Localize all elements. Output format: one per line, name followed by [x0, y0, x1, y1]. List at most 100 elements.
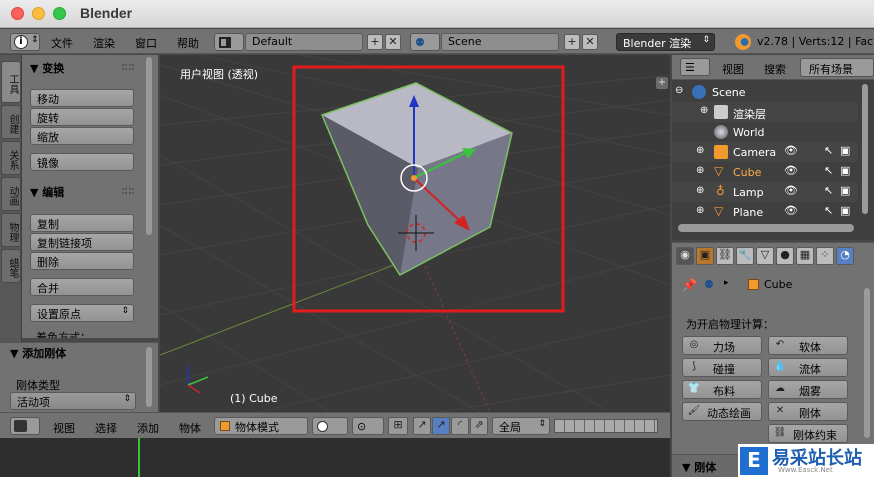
delete-button[interactable]: 删除 — [30, 252, 134, 270]
scale-button[interactable]: 缩放 — [30, 127, 134, 145]
layer-buttons[interactable] — [554, 419, 658, 433]
tab-grease-pencil[interactable]: 蜡笔 — [1, 249, 21, 283]
outliner-tree[interactable]: ⊖ Scene ⊕ 渲染层 World ⊕ Camera 👁 ↖ ▣ ⊕ ▽ C… — [672, 80, 874, 240]
rotate-manipulator-icon[interactable]: ◜ — [451, 417, 469, 435]
outliner-display-mode[interactable]: 所有场景 — [800, 58, 874, 77]
expand-icon[interactable]: ⊕ — [696, 185, 704, 196]
force-field-button[interactable]: ◎ 力场 — [682, 336, 762, 355]
collapse-icon[interactable]: ⊖ — [675, 85, 683, 96]
outliner-row-world[interactable]: World — [672, 122, 858, 142]
tab-tools[interactable]: 工具 — [1, 61, 21, 103]
expand-icon[interactable]: ⊕ — [696, 205, 704, 216]
menu-render[interactable]: 渲染 — [93, 35, 115, 51]
outliner-menu-search[interactable]: 搜索 — [764, 61, 786, 77]
viewport-shading-dropdown[interactable] — [312, 417, 348, 435]
cursor-icon[interactable]: ↖ — [824, 184, 833, 197]
render-icon[interactable]: ▣ — [840, 184, 850, 197]
modifiers-context-icon[interactable]: 🔧 — [736, 247, 754, 265]
menu-window[interactable]: 窗口 — [135, 35, 157, 51]
outliner-row-plane[interactable]: ⊕ ▽ Plane 👁 ↖ ▣ — [672, 202, 858, 222]
eye-icon[interactable]: 👁 — [784, 144, 798, 157]
rigid-body-constraint-button[interactable]: ⛓ 刚体约束 — [768, 424, 848, 443]
outliner-row-render-layers[interactable]: ⊕ 渲染层 — [672, 102, 858, 122]
expand-icon[interactable]: ⊕ — [696, 165, 704, 176]
timeline-area[interactable] — [0, 438, 670, 477]
scene-browse-button[interactable]: ⚉ — [410, 33, 440, 51]
remove-scene-icon[interactable]: ✕ — [582, 34, 598, 50]
3d-viewport[interactable]: 用户视图 (透视) (1) Cube + — [160, 55, 670, 412]
smoke-button[interactable]: ☁ 烟雾 — [768, 380, 848, 399]
render-icon[interactable]: ▣ — [840, 164, 850, 177]
move-button[interactable]: 移动 — [30, 89, 134, 107]
object-context-icon[interactable]: ▣ — [696, 247, 714, 265]
duplicate-linked-button[interactable]: 复制链接项 — [30, 233, 134, 251]
cursor-icon[interactable]: ↖ — [824, 204, 833, 217]
menu-view[interactable]: 视图 — [53, 420, 75, 436]
expand-icon[interactable]: ⊕ — [700, 105, 708, 116]
mode-dropdown[interactable]: 物体模式 — [214, 417, 308, 435]
render-icon[interactable]: ▣ — [840, 204, 850, 217]
panel-grip-icon[interactable] — [122, 64, 134, 70]
set-origin-dropdown[interactable]: 设置原点 ⇕ — [30, 304, 134, 322]
tool-shelf-scrollbar[interactable] — [146, 57, 152, 235]
add-screen-icon[interactable]: + — [367, 34, 383, 50]
outliner-row-camera[interactable]: ⊕ Camera 👁 ↖ ▣ — [672, 142, 858, 162]
outliner-row-lamp[interactable]: ⊕ ♁ Lamp 👁 ↖ ▣ — [672, 182, 858, 202]
pin-icon[interactable]: 📌 — [682, 278, 697, 292]
minimize-window-button[interactable] — [32, 7, 45, 20]
menu-file[interactable]: 文件 — [51, 35, 73, 51]
remove-screen-icon[interactable]: ✕ — [385, 34, 401, 50]
cursor-icon[interactable]: ↖ — [824, 144, 833, 157]
render-engine-dropdown[interactable]: Blender 渲染 ⇕ — [616, 33, 715, 51]
render-context-icon[interactable]: ◉ — [676, 247, 694, 265]
outliner-v-scrollbar[interactable] — [862, 84, 868, 214]
transform-panel-header[interactable]: ▼ 变换 — [30, 60, 64, 76]
current-frame-indicator[interactable] — [138, 438, 140, 477]
fluid-button[interactable]: 💧 流体 — [768, 358, 848, 377]
properties-scrollbar[interactable] — [864, 288, 870, 438]
pivot-point-dropdown[interactable]: ⊙ — [352, 417, 384, 435]
rigid-body-type-dropdown[interactable]: 活动项 ⇕ — [10, 392, 136, 410]
menu-help[interactable]: 帮助 — [177, 35, 199, 51]
eye-icon[interactable]: 👁 — [784, 204, 798, 217]
menu-add[interactable]: 添加 — [137, 420, 159, 436]
maximize-window-button[interactable] — [53, 7, 66, 20]
collision-button[interactable]: ⟆ 碰撞 — [682, 358, 762, 377]
close-window-button[interactable] — [11, 7, 24, 20]
duplicate-button[interactable]: 复制 — [30, 214, 134, 232]
expand-icon[interactable]: ⊕ — [696, 145, 704, 156]
operator-panel-scrollbar[interactable] — [146, 347, 152, 407]
soft-body-button[interactable]: ↶ 软体 — [768, 336, 848, 355]
material-context-icon[interactable]: ● — [776, 247, 794, 265]
properties-toggle-icon[interactable]: + — [656, 77, 668, 89]
rigid-body-button[interactable]: ✕ 刚体 — [768, 402, 848, 421]
eye-icon[interactable]: 👁 — [784, 164, 798, 177]
outliner-h-scrollbar[interactable] — [678, 224, 854, 232]
particles-context-icon[interactable]: ⁘ — [816, 247, 834, 265]
cloth-button[interactable]: 👕 布料 — [682, 380, 762, 399]
scale-manipulator-icon[interactable]: ⇗ — [470, 417, 488, 435]
data-context-icon[interactable]: ▽ — [756, 247, 774, 265]
editor-type-button[interactable] — [10, 417, 40, 435]
physics-context-icon[interactable]: ◔ — [836, 247, 854, 265]
screen-layout-field[interactable]: Default — [245, 33, 363, 51]
constraints-context-icon[interactable]: ⛓ — [716, 247, 734, 265]
manipulator-toggle-icon[interactable]: ↗ — [413, 417, 431, 435]
mirror-button[interactable]: 镜像 — [30, 153, 134, 171]
editor-type-button[interactable]: i ⇕ — [10, 33, 40, 51]
add-rigid-body-panel-header[interactable]: ▼ 添加刚体 — [10, 345, 66, 361]
scene-field[interactable]: Scene — [441, 33, 559, 51]
outliner-row-scene[interactable]: ⊖ Scene — [672, 82, 858, 102]
panel-grip-icon[interactable] — [122, 188, 134, 194]
tab-create[interactable]: 创建 — [1, 105, 21, 139]
menu-object[interactable]: 物体 — [179, 420, 201, 436]
tab-relations[interactable]: 关系 — [1, 141, 21, 175]
transform-orientation-dropdown[interactable]: 全局 ⇕ — [492, 417, 550, 435]
outliner-menu-view[interactable]: 视图 — [722, 61, 744, 77]
screen-layout-browse-button[interactable] — [214, 33, 244, 51]
editor-type-button[interactable]: ☰ — [680, 58, 710, 76]
texture-context-icon[interactable]: ▦ — [796, 247, 814, 265]
translate-manipulator-icon[interactable]: ↗ — [432, 417, 450, 435]
menu-select[interactable]: 选择 — [95, 420, 117, 436]
edit-panel-header[interactable]: ▼ 编辑 — [30, 184, 64, 200]
